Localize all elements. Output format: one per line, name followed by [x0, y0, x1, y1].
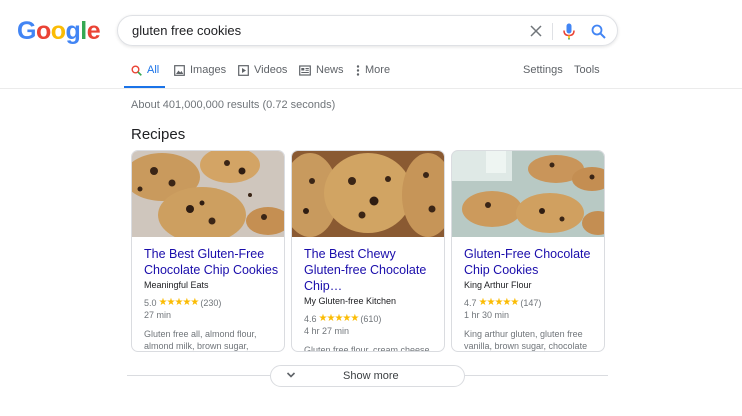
tab-all[interactable]: All [124, 64, 165, 88]
tab-label: All [147, 64, 160, 76]
recipe-ingredients: Gluten free flour, cream cheese, brown s… [304, 345, 433, 352]
recipe-image [132, 151, 284, 237]
tab-news[interactable]: News [299, 64, 344, 88]
recipe-title[interactable]: The Best Gluten-Free Chocolate Chip Cook… [144, 246, 280, 278]
play-icon [238, 64, 249, 79]
more-vert-icon [356, 64, 360, 79]
tab-more[interactable]: More [356, 64, 390, 88]
recipes-heading: Recipes [131, 126, 186, 143]
review-count: (610) [360, 313, 382, 324]
recipe-ingredients: Gluten free all, almond flour, almond mi… [144, 329, 257, 351]
recipe-image [292, 151, 444, 237]
newspaper-icon [299, 64, 311, 79]
star-rating-icon: ★★★★★ [318, 313, 360, 324]
recipe-time: 27 min [144, 310, 172, 320]
tools-link[interactable]: Tools [574, 64, 600, 76]
divider-line [465, 375, 608, 376]
search-divider [552, 23, 553, 40]
rating-value: 4.7 [464, 297, 477, 308]
image-icon [174, 64, 185, 79]
logo-letter: o [35, 17, 51, 45]
recipe-source: My Gluten-free Kitchen [304, 296, 397, 306]
search-icon [131, 64, 142, 79]
show-more-button[interactable]: Show more [270, 365, 465, 387]
rating-value: 4.6 [304, 313, 317, 324]
recipe-rating: 5.0 ★★★★★ (230) [144, 297, 280, 308]
divider-line [127, 375, 270, 376]
recipe-title[interactable]: Gluten-Free Chocolate Chip Cookies [464, 246, 600, 278]
close-icon[interactable] [527, 22, 545, 40]
tab-label: Videos [254, 64, 288, 76]
recipe-rating: 4.6 ★★★★★ (610) [304, 313, 440, 324]
recipe-card[interactable]: The Best Gluten-Free Chocolate Chip Cook… [131, 150, 285, 352]
logo-letter: G [17, 17, 36, 45]
header-divider [0, 88, 742, 89]
recipe-title[interactable]: The Best Chewy Gluten-free Chocolate Chi… [304, 246, 440, 294]
rating-value: 5.0 [144, 297, 157, 308]
recipe-card[interactable]: The Best Chewy Gluten-free Chocolate Chi… [291, 150, 445, 352]
recipe-ingredients: King arthur gluten, gluten free vanilla,… [464, 329, 588, 351]
result-stats: About 401,000,000 results (0.72 seconds) [131, 99, 336, 111]
tab-images[interactable]: Images [174, 64, 226, 88]
recipe-time: 1 hr 30 min [464, 310, 510, 320]
microphone-icon[interactable] [560, 22, 578, 40]
logo-letter: o [50, 17, 66, 45]
star-rating-icon: ★★★★★ [478, 297, 520, 308]
review-count: (230) [200, 297, 222, 308]
recipe-source: Meaningful Eats [144, 280, 209, 290]
google-logo[interactable]: Google [17, 17, 101, 46]
recipe-image [452, 151, 604, 237]
tab-label: News [316, 64, 344, 76]
settings-link[interactable]: Settings [523, 64, 563, 76]
recipe-source: King Arthur Flour [464, 280, 532, 290]
tab-label: Images [190, 64, 227, 76]
review-count: (147) [520, 297, 542, 308]
logo-letter: g [65, 17, 81, 45]
tab-label: More [365, 64, 391, 76]
search-input[interactable] [132, 16, 512, 45]
star-rating-icon: ★★★★★ [158, 297, 200, 308]
search-box [117, 15, 618, 46]
recipe-card[interactable]: Gluten-Free Chocolate Chip Cookies King … [451, 150, 605, 352]
recipe-rating: 4.7 ★★★★★ (147) [464, 297, 600, 308]
logo-letter: e [86, 17, 101, 45]
chevron-down-icon [286, 370, 296, 383]
recipe-time: 4 hr 27 min [304, 326, 350, 336]
show-more-label: Show more [343, 370, 399, 382]
search-icon[interactable] [589, 22, 607, 40]
tab-videos[interactable]: Videos [238, 64, 287, 88]
